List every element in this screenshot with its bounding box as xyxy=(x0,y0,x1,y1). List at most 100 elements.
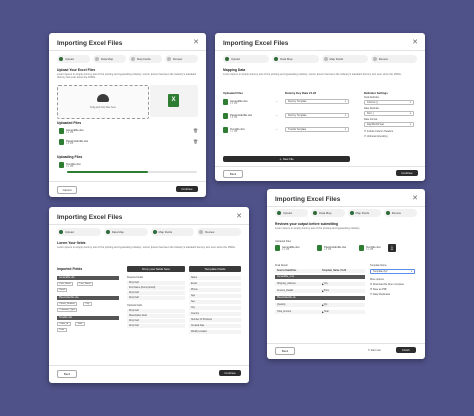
field-chip[interactable]: Last_Name xyxy=(77,282,94,286)
cloud-upload-icon xyxy=(97,94,109,102)
step-data-map[interactable]: Data Map xyxy=(311,209,345,217)
step-data-map[interactable]: Data Map xyxy=(272,55,319,63)
close-icon[interactable]: ✕ xyxy=(193,38,199,46)
template-select[interactable]: Dummy Template xyxy=(285,113,349,118)
drop-slot[interactable]: First Name (DummyField) xyxy=(127,286,185,290)
template-field[interactable]: Number Of Products xyxy=(189,318,241,322)
continue-button[interactable]: Continue xyxy=(219,370,241,376)
step-data-map[interactable]: Data Map xyxy=(103,228,148,236)
map-fields-dialog: Importing Excel Files ✕ Upload Data Map … xyxy=(49,207,249,383)
stepper: Upload Data Map Map Fields Review xyxy=(57,55,198,63)
step-upload[interactable]: Upload xyxy=(223,55,270,63)
excel-file-icon xyxy=(59,162,64,168)
review-file: Tempfile.xlsx 3.1 MB xyxy=(359,245,381,251)
step-review[interactable]: Review xyxy=(383,209,417,217)
drop-slot[interactable]: Drop field xyxy=(127,309,185,313)
step-upload[interactable]: Upload xyxy=(57,55,90,63)
step-map-fields[interactable]: Map Fields xyxy=(129,55,162,63)
finish-button[interactable]: Finish xyxy=(396,347,416,353)
drop-slot[interactable]: Drop field xyxy=(127,319,185,323)
field-chip[interactable]: City xyxy=(83,302,92,306)
drop-fields-header: Drop your fields here xyxy=(127,266,185,272)
template-field[interactable]: Age xyxy=(189,294,241,298)
section-heading: Upload Your Excel Files xyxy=(57,68,96,72)
excel-file-icon xyxy=(275,245,280,251)
section-heading: Mapping Data xyxy=(223,68,246,72)
field-chip[interactable]: Total xyxy=(75,322,85,326)
step-data-map[interactable]: Data Map xyxy=(93,55,126,63)
download-icon[interactable]: ⤓ xyxy=(388,244,396,252)
template-field[interactable]: Email xyxy=(189,282,241,286)
cancel-button[interactable]: Cancel xyxy=(57,186,77,194)
field-chip[interactable]: Date xyxy=(57,328,67,332)
description: Lorem Ipsum is simply dummy text of the … xyxy=(57,73,196,80)
uploading-file: Tempfile.xlsx 3.1 MB xyxy=(59,162,81,168)
description: Lorem Ipsum is simply dummy text of the … xyxy=(57,246,236,249)
template-select[interactable]: Tutorial Template xyxy=(285,127,349,132)
step-map-fields[interactable]: Map Fields xyxy=(321,55,368,63)
template-field[interactable]: Country xyxy=(189,312,241,316)
step-map-fields[interactable]: Map Fields xyxy=(150,228,195,236)
drop-slot[interactable]: Drop field xyxy=(127,291,185,295)
excel-file-icon xyxy=(317,245,322,251)
continue-button[interactable]: Continue xyxy=(396,170,418,176)
include-headers-checkbox[interactable]: ☐ Include Column Headers xyxy=(364,130,393,133)
step-map-fields[interactable]: Map Fields xyxy=(347,209,381,217)
option-checkbox[interactable]: ☑ Save as PDF xyxy=(370,288,387,291)
drop-slot[interactable]: Drop field xyxy=(127,281,185,285)
new-file-button[interactable]: ＋ New File xyxy=(223,156,350,162)
source-cell: Generalfile_1.xls xyxy=(277,276,295,278)
close-icon[interactable]: ✕ xyxy=(236,212,242,220)
template-field[interactable]: Modify Location xyxy=(189,330,241,334)
target-cell: Total xyxy=(323,311,329,313)
column-delimiter: Delimiter Settings xyxy=(364,91,388,95)
field-chip[interactable]: Order_Id xyxy=(57,322,71,326)
delete-icon[interactable]: 🗑 xyxy=(193,139,198,144)
back-button[interactable]: Back xyxy=(275,347,295,355)
template-field[interactable]: Name xyxy=(189,276,241,280)
close-icon[interactable]: ✕ xyxy=(412,194,418,202)
target-cell: Price xyxy=(323,290,330,292)
section-heading: Lorem Your fields xyxy=(57,241,86,245)
excel-file-icon xyxy=(223,127,228,133)
template-field[interactable]: City xyxy=(189,306,241,310)
step-review[interactable]: Review xyxy=(197,228,241,236)
delete-icon[interactable]: 🗑 xyxy=(193,128,198,133)
dialog-title: Importing Excel Files xyxy=(223,40,289,47)
drop-zone[interactable]: Drag and drop files here xyxy=(57,85,149,119)
review-file: Generalfile.xlsx 2.4 MB xyxy=(275,245,300,251)
date-format-label: Date Format xyxy=(364,118,378,121)
field-chip[interactable]: Phone_Number xyxy=(57,302,78,306)
uploaded-file: Generalfile.xlsx 2.4 MB xyxy=(59,128,84,134)
step-upload[interactable]: Upload xyxy=(57,228,101,236)
field-chip[interactable]: Customer_Type xyxy=(57,308,78,312)
option-checkbox[interactable]: ☐ Allow Duplicates xyxy=(370,293,390,296)
arrow-right-icon: → xyxy=(275,127,278,131)
template-field[interactable]: Created date xyxy=(189,324,241,328)
drop-slot[interactable]: Drop field xyxy=(127,324,185,328)
field-chip[interactable]: First_Name xyxy=(57,282,74,286)
date-delimiter-select[interactable]: Dot (.) xyxy=(364,111,414,116)
template-name-label: Template Name xyxy=(370,264,387,267)
template-select[interactable]: Dummy Template xyxy=(285,99,349,104)
step-upload[interactable]: Upload xyxy=(275,209,309,217)
template-name-input[interactable]: Template-Xyz xyxy=(370,269,415,274)
date-delimiter-label: Date Delimiter xyxy=(364,107,380,110)
back-button[interactable]: Back xyxy=(57,370,77,378)
start-over-link[interactable]: ↻ Start over xyxy=(368,349,381,352)
field-delimiter-select[interactable]: Comma (,) xyxy=(364,100,414,105)
date-format-select[interactable]: Day/Month/Year xyxy=(364,122,414,127)
close-icon[interactable]: ✕ xyxy=(412,38,418,46)
template-field[interactable]: Sex xyxy=(189,300,241,304)
continue-button[interactable]: Continue xyxy=(176,186,198,192)
drop-slot[interactable]: Placeholder Field xyxy=(127,314,185,318)
field-chip[interactable]: Email xyxy=(57,288,68,292)
drop-slot[interactable]: Drop field xyxy=(127,296,185,300)
target-cell: City xyxy=(323,283,328,285)
step-review[interactable]: Review xyxy=(370,55,417,63)
step-review[interactable]: Review xyxy=(165,55,198,63)
template-field[interactable]: Phone xyxy=(189,288,241,292)
unknown-encoding-checkbox[interactable]: ☐ Unknown Encoding xyxy=(364,135,387,138)
option-checkbox[interactable]: ☑ Download file when complete xyxy=(370,283,404,286)
back-button[interactable]: Back xyxy=(223,170,243,178)
